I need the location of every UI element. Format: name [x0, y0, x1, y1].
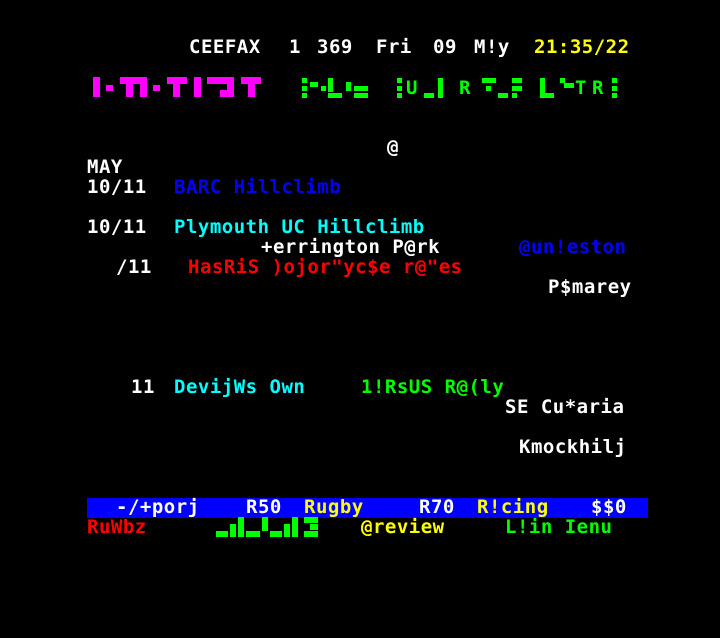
- stray-symbol-row: @: [0, 137, 720, 157]
- nav-link-rugby[interactable]: Rugby: [304, 497, 364, 517]
- event-row: 10/11 BARC Hillclimb: [0, 177, 720, 197]
- nav-bar-row: -/+porj R50 Rugby R70 R!cing $$0: [0, 497, 720, 517]
- event-location: P$marey: [548, 276, 632, 298]
- service-name: CEEFAX: [189, 36, 261, 58]
- banner-letter-r: R: [459, 77, 471, 99]
- event-location: @un!eston: [519, 236, 627, 258]
- stray-symbol: @: [387, 136, 399, 158]
- nav-page-r50[interactable]: R50: [246, 497, 282, 517]
- event-detail-row: SE Cu*aria: [0, 397, 720, 417]
- fastext-cyan-link[interactable]: L!in Ienu: [505, 517, 612, 537]
- banner-letter-t: T: [575, 77, 587, 99]
- event-date: 11: [131, 376, 155, 398]
- event-row: 10/11 Plymouth UC Hillclimb: [0, 217, 720, 237]
- event-name: BARC Hillclimb: [174, 176, 342, 198]
- month: M!y: [474, 36, 510, 58]
- fastext-green-graphic[interactable]: [216, 517, 320, 537]
- clock: 21:35/22: [534, 36, 630, 58]
- fastext-yellow-link[interactable]: @review: [361, 517, 445, 537]
- nav-page-p80[interactable]: $$0: [591, 497, 627, 517]
- event-name: DevijWs Own: [174, 376, 306, 398]
- event-row: 11 DevijWs Own 1!RsUS R@(ly: [0, 377, 720, 397]
- fastext-red-link[interactable]: RuWbz: [87, 517, 147, 537]
- event-venue: +errington P@rk: [261, 236, 441, 258]
- nav-link-racing[interactable]: R!cing: [477, 497, 549, 517]
- header-row: CEEFAX 1 369 Fri 09 M!y 21:35/22: [0, 37, 720, 57]
- event-name: HasRiS )ojor"yc$e r@"es: [188, 256, 463, 278]
- event-date: 10/11: [87, 216, 147, 238]
- channel-number: 1: [289, 36, 301, 58]
- nav-page-r70[interactable]: R70: [419, 497, 455, 517]
- event-detail-row: P$marey: [0, 277, 720, 297]
- event-name: Plymouth UC Hillclimb: [174, 216, 425, 238]
- section-logo-graphic: [93, 77, 263, 99]
- month-heading: MAY: [87, 156, 123, 178]
- section-title-banner: U R T R: [302, 78, 622, 98]
- event-detail-row: +errington P@rk @un!eston: [0, 237, 720, 257]
- date: 09: [433, 36, 457, 58]
- event-date: 10/11: [87, 176, 147, 198]
- day: Fri: [376, 36, 412, 58]
- fastext-row: RuWbz @review L!in Ienu: [0, 517, 720, 537]
- event-extra: 1!RsUS R@(ly: [361, 376, 505, 398]
- banner-letter-r2: R: [592, 77, 604, 99]
- event-location: Kmockhilj: [519, 436, 627, 458]
- banner-letter-u: U: [406, 77, 418, 99]
- event-date: /11: [116, 256, 152, 278]
- month-heading-row: MAY: [0, 157, 720, 177]
- event-detail-row: Kmockhilj: [0, 437, 720, 457]
- page-number: 369: [317, 36, 353, 58]
- event-location: SE Cu*aria: [505, 396, 625, 418]
- event-row: /11 HasRiS )ojor"yc$e r@"es: [0, 257, 720, 277]
- nav-prev-next[interactable]: -/+porj: [116, 497, 200, 517]
